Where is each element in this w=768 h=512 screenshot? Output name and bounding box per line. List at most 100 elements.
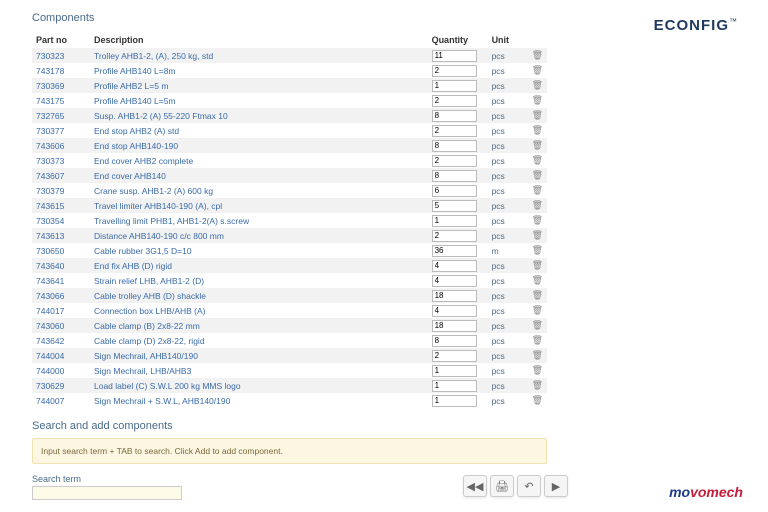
part-no-link[interactable]: 744017 xyxy=(32,303,90,318)
delete-icon[interactable]: 🗑 xyxy=(532,200,543,210)
description-link[interactable]: Sign Mechrail, LHB/AHB3 xyxy=(90,363,428,378)
quantity-input[interactable] xyxy=(432,290,477,302)
quantity-input[interactable] xyxy=(432,230,477,242)
quantity-input[interactable] xyxy=(432,320,477,332)
description-link[interactable]: Profile AHB2 L=5 m xyxy=(90,78,428,93)
delete-icon[interactable]: 🗑 xyxy=(532,170,543,180)
description-link[interactable]: End cover AHB140 xyxy=(90,168,428,183)
part-no-link[interactable]: 743175 xyxy=(32,93,90,108)
part-no-link[interactable]: 743607 xyxy=(32,168,90,183)
quantity-input[interactable] xyxy=(432,50,477,62)
part-no-link[interactable]: 743066 xyxy=(32,288,90,303)
part-no-link[interactable]: 743178 xyxy=(32,63,90,78)
delete-icon[interactable]: 🗑 xyxy=(532,260,543,270)
description-link[interactable]: Trolley AHB1-2, (A), 250 kg, std xyxy=(90,48,428,63)
quantity-input[interactable] xyxy=(432,395,477,407)
nav-next-button[interactable]: ▶ xyxy=(544,475,568,497)
nav-back-button[interactable]: ◀◀ xyxy=(463,475,487,497)
quantity-input[interactable] xyxy=(432,275,477,287)
part-no-link[interactable]: 743641 xyxy=(32,273,90,288)
delete-icon[interactable]: 🗑 xyxy=(532,380,543,390)
delete-icon[interactable]: 🗑 xyxy=(532,215,543,225)
description-link[interactable]: Load label (C) S.W.L 200 kg MMS logo xyxy=(90,378,428,393)
quantity-input[interactable] xyxy=(432,260,477,272)
part-no-link[interactable]: 743060 xyxy=(32,318,90,333)
description-link[interactable]: Travelling limit PHB1, AHB1-2(A) s.screw xyxy=(90,213,428,228)
delete-icon[interactable]: 🗑 xyxy=(532,335,543,345)
delete-icon[interactable]: 🗑 xyxy=(532,140,543,150)
quantity-input[interactable] xyxy=(432,155,477,167)
quantity-input[interactable] xyxy=(432,185,477,197)
nav-undo-button[interactable]: ↶ xyxy=(517,475,541,497)
delete-icon[interactable]: 🗑 xyxy=(532,350,543,360)
part-no-link[interactable]: 743642 xyxy=(32,333,90,348)
part-no-link[interactable]: 730373 xyxy=(32,153,90,168)
description-link[interactable]: Sign Mechrail, AHB140/190 xyxy=(90,348,428,363)
part-no-link[interactable]: 744004 xyxy=(32,348,90,363)
delete-icon[interactable]: 🗑 xyxy=(532,245,543,255)
quantity-input[interactable] xyxy=(432,305,477,317)
part-no-link[interactable]: 744007 xyxy=(32,393,90,408)
quantity-input[interactable] xyxy=(432,380,477,392)
description-link[interactable]: Profile AHB140 L=8m xyxy=(90,63,428,78)
description-link[interactable]: Travel limiter AHB140-190 (A), cpl xyxy=(90,198,428,213)
part-no-link[interactable]: 743615 xyxy=(32,198,90,213)
description-link[interactable]: Sign Mechrail + S.W.L, AHB140/190 xyxy=(90,393,428,408)
description-link[interactable]: Susp. AHB1-2 (A) 55-220 Ftmax 10 xyxy=(90,108,428,123)
description-link[interactable]: End cover AHB2 complete xyxy=(90,153,428,168)
description-link[interactable]: End fix AHB (D) rigid xyxy=(90,258,428,273)
quantity-input[interactable] xyxy=(432,200,477,212)
part-no-link[interactable]: 730354 xyxy=(32,213,90,228)
description-link[interactable]: End stop AHB2 (A) std xyxy=(90,123,428,138)
quantity-input[interactable] xyxy=(432,215,477,227)
part-no-link[interactable]: 730629 xyxy=(32,378,90,393)
delete-icon[interactable]: 🗑 xyxy=(532,95,543,105)
quantity-input[interactable] xyxy=(432,125,477,137)
part-no-link[interactable]: 743606 xyxy=(32,138,90,153)
description-link[interactable]: Cable clamp (B) 2x8-22 mm xyxy=(90,318,428,333)
delete-icon[interactable]: 🗑 xyxy=(532,305,543,315)
delete-icon[interactable]: 🗑 xyxy=(532,230,543,240)
quantity-input[interactable] xyxy=(432,170,477,182)
delete-icon[interactable]: 🗑 xyxy=(532,110,543,120)
description-link[interactable]: Profile AHB140 L=5m xyxy=(90,93,428,108)
quantity-input[interactable] xyxy=(432,245,477,257)
part-no-link[interactable]: 743640 xyxy=(32,258,90,273)
description-link[interactable]: Crane susp. AHB1-2 (A) 600 kg xyxy=(90,183,428,198)
delete-icon[interactable]: 🗑 xyxy=(532,320,543,330)
description-link[interactable]: Cable trolley AHB (D) shackle xyxy=(90,288,428,303)
part-no-link[interactable]: 732765 xyxy=(32,108,90,123)
delete-icon[interactable]: 🗑 xyxy=(532,185,543,195)
part-no-link[interactable]: 730377 xyxy=(32,123,90,138)
quantity-input[interactable] xyxy=(432,350,477,362)
part-no-link[interactable]: 743613 xyxy=(32,228,90,243)
delete-icon[interactable]: 🗑 xyxy=(532,125,543,135)
quantity-input[interactable] xyxy=(432,110,477,122)
quantity-input[interactable] xyxy=(432,365,477,377)
description-link[interactable]: Cable clamp (D) 2x8-22, rigid xyxy=(90,333,428,348)
quantity-input[interactable] xyxy=(432,140,477,152)
delete-icon[interactable]: 🗑 xyxy=(532,80,543,90)
description-link[interactable]: Distance AHB140-190 c/c 800 mm xyxy=(90,228,428,243)
part-no-link[interactable]: 730379 xyxy=(32,183,90,198)
delete-icon[interactable]: 🗑 xyxy=(532,275,543,285)
nav-print-button[interactable]: 🖨 xyxy=(490,475,514,497)
delete-icon[interactable]: 🗑 xyxy=(532,365,543,375)
quantity-input[interactable] xyxy=(432,65,477,77)
delete-icon[interactable]: 🗑 xyxy=(532,50,543,60)
search-input[interactable] xyxy=(32,486,182,500)
description-link[interactable]: Cable rubber 3G1,5 D=10 xyxy=(90,243,428,258)
delete-icon[interactable]: 🗑 xyxy=(532,395,543,405)
quantity-input[interactable] xyxy=(432,95,477,107)
part-no-link[interactable]: 744000 xyxy=(32,363,90,378)
description-link[interactable]: End stop AHB140-190 xyxy=(90,138,428,153)
description-link[interactable]: Strain relief LHB, AHB1-2 (D) xyxy=(90,273,428,288)
delete-icon[interactable]: 🗑 xyxy=(532,155,543,165)
description-link[interactable]: Connection box LHB/AHB (A) xyxy=(90,303,428,318)
quantity-input[interactable] xyxy=(432,335,477,347)
part-no-link[interactable]: 730650 xyxy=(32,243,90,258)
part-no-link[interactable]: 730323 xyxy=(32,48,90,63)
quantity-input[interactable] xyxy=(432,80,477,92)
part-no-link[interactable]: 730369 xyxy=(32,78,90,93)
delete-icon[interactable]: 🗑 xyxy=(532,65,543,75)
